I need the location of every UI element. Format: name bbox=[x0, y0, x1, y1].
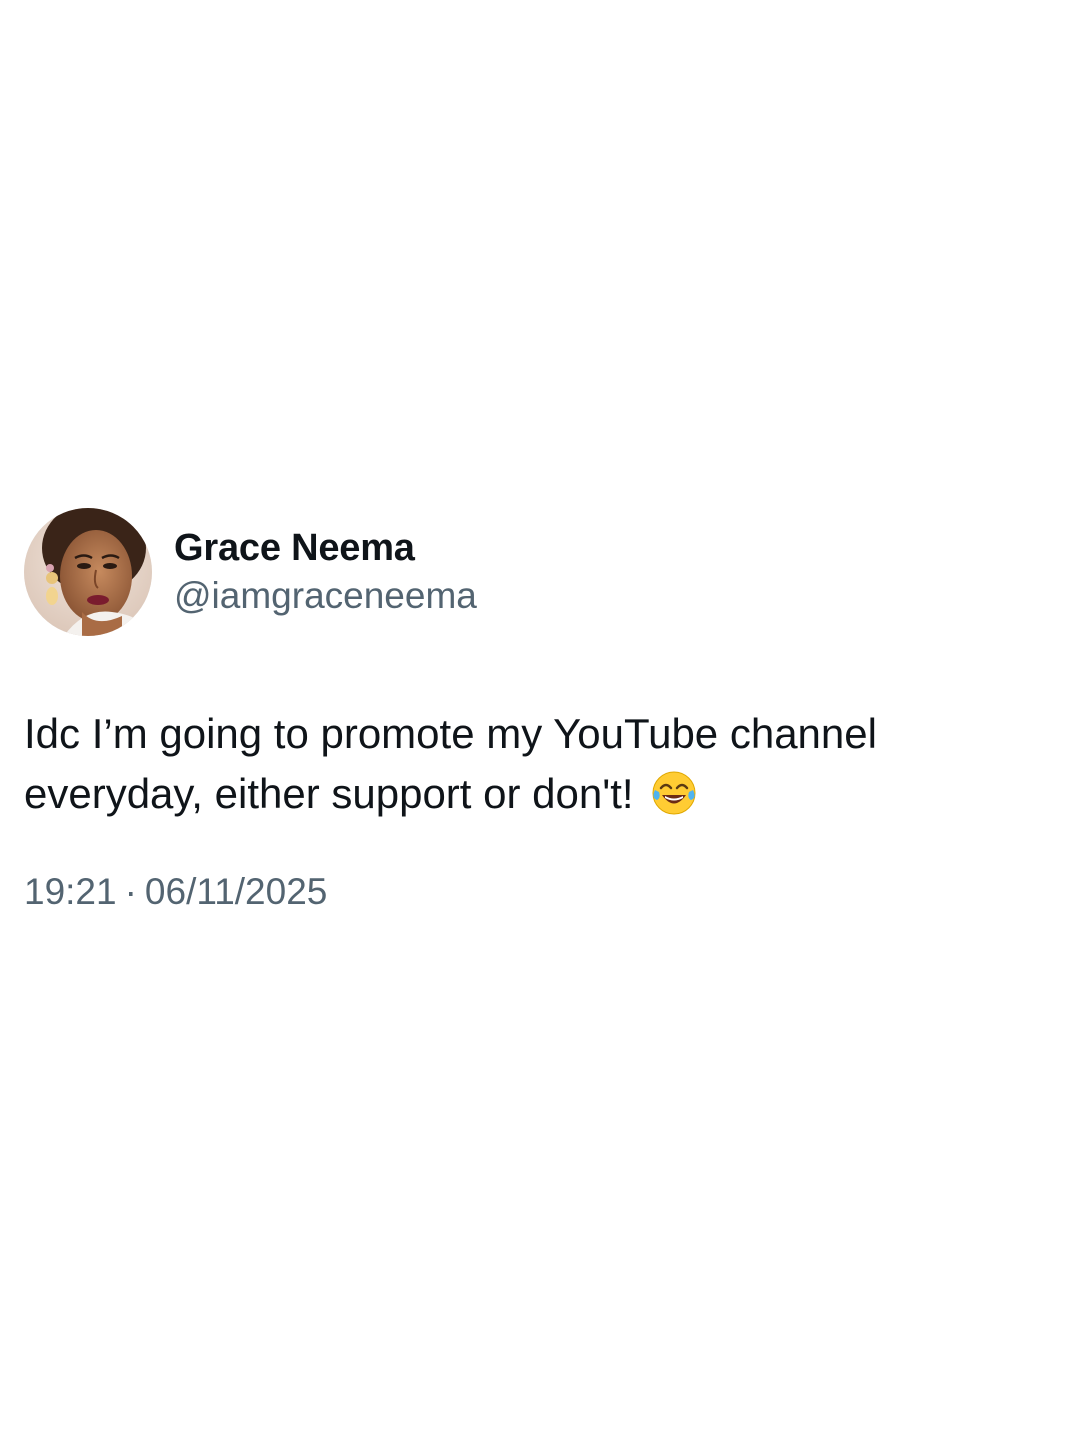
tweet-time: 19:21 bbox=[24, 871, 117, 912]
author-names: Grace Neema @iamgraceneema bbox=[174, 524, 477, 620]
avatar-photo-icon bbox=[24, 508, 152, 636]
tweet-card: Grace Neema @iamgraceneema Idc I’m going… bbox=[24, 508, 1056, 916]
tweet-timestamp[interactable]: 19:21 · 06/11/2025 bbox=[24, 868, 1056, 916]
tweet-header: Grace Neema @iamgraceneema bbox=[24, 508, 1056, 636]
user-handle[interactable]: @iamgraceneema bbox=[174, 572, 477, 620]
tweet-body: Idc I’m going to promote my YouTube chan… bbox=[24, 704, 1034, 824]
face-with-tears-of-joy-icon bbox=[649, 768, 699, 818]
tweet-date: 06/11/2025 bbox=[144, 871, 328, 912]
avatar[interactable] bbox=[24, 508, 152, 636]
timestamp-separator: · bbox=[124, 871, 137, 912]
display-name[interactable]: Grace Neema bbox=[174, 524, 477, 572]
tweet-text: Idc I’m going to promote my YouTube chan… bbox=[24, 710, 877, 817]
